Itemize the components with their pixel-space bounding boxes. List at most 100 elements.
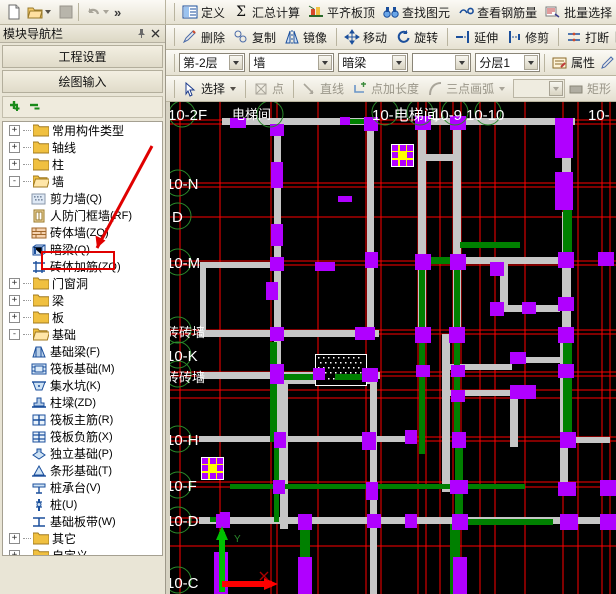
pin-icon[interactable] bbox=[134, 27, 148, 41]
instance-select[interactable] bbox=[412, 53, 472, 72]
close-icon[interactable] bbox=[148, 27, 162, 41]
toolbar-label: 批量选择 bbox=[564, 5, 613, 20]
draw-tool-select[interactable]: 选择 bbox=[179, 78, 241, 99]
expand-icon[interactable]: + bbox=[9, 125, 20, 136]
expand-icon[interactable]: + bbox=[9, 142, 20, 153]
tree-item[interactable]: 独立基础 (P) bbox=[3, 445, 162, 462]
tree-item-label: 柱 bbox=[52, 158, 65, 172]
toolbar-button-copy[interactable]: 复制 bbox=[230, 27, 281, 48]
move-icon bbox=[344, 29, 360, 45]
tree-item[interactable]: 桩承台 (V) bbox=[3, 479, 162, 496]
tree-connector bbox=[23, 130, 31, 131]
toolbar-button-break[interactable]: 打断 bbox=[563, 27, 614, 48]
tree-item[interactable]: 桩 (U) bbox=[3, 496, 162, 513]
pencil-icon[interactable] bbox=[600, 55, 616, 71]
floor-select[interactable]: 第-2层 bbox=[179, 53, 246, 72]
chevron-down-icon[interactable] bbox=[523, 55, 538, 70]
expand-icon[interactable]: + bbox=[9, 550, 20, 555]
expand-icon[interactable]: + bbox=[9, 159, 20, 170]
toolbar-button-find-element[interactable]: 查找图元 bbox=[380, 2, 455, 23]
component-select[interactable]: 暗梁 bbox=[338, 53, 409, 72]
add-icon[interactable] bbox=[9, 100, 23, 114]
tree-item[interactable]: + 柱 bbox=[3, 156, 162, 173]
tree-item[interactable]: 筏板基础 (M) bbox=[3, 360, 162, 377]
tree-item[interactable]: 筏板负筋 (X) bbox=[3, 428, 162, 445]
tree-item[interactable]: 柱墚 (ZD) bbox=[3, 394, 162, 411]
toolbar-button-summary-calc[interactable]: Σ 汇总计算 bbox=[230, 2, 305, 23]
draw-tool-point-length[interactable]: 点加长度 bbox=[349, 78, 424, 99]
collapse-icon[interactable]: - bbox=[9, 176, 20, 187]
toolbar-button-batch-select[interactable]: 批量选择 bbox=[542, 2, 616, 23]
tree-item[interactable]: + 自定义 bbox=[3, 547, 162, 555]
tree-item[interactable]: 条形基础 (T) bbox=[3, 462, 162, 479]
main-toolbar: 定义 Σ 汇总计算 平齐板顶 查找图元 查看钢筋量 批量选择 bbox=[166, 0, 616, 24]
expand-icon[interactable]: + bbox=[9, 533, 20, 544]
toolbar-button-move[interactable]: 移动 bbox=[341, 27, 392, 48]
tree-item[interactable]: + 板 bbox=[3, 309, 162, 326]
tree-item[interactable]: 砖体墙 (ZQ) bbox=[3, 224, 162, 241]
tree-item[interactable]: + 常用构件类型 bbox=[3, 122, 162, 139]
tree-item[interactable]: 集水坑 (K) bbox=[3, 377, 162, 394]
chevron-down-icon[interactable] bbox=[230, 86, 237, 91]
cad-drawing-canvas[interactable]: 10-2F 电梯间 10-电梯间 10-9 10-10 10- 10-N D 1… bbox=[170, 102, 616, 594]
foundation-strip-icon bbox=[31, 515, 47, 529]
remove-icon[interactable] bbox=[29, 100, 43, 114]
arc-icon bbox=[427, 81, 443, 97]
collapse-icon[interactable]: - bbox=[9, 329, 20, 340]
draw-extra-select[interactable] bbox=[513, 79, 565, 98]
chevron-down-icon[interactable] bbox=[392, 55, 407, 70]
chevron-down-icon[interactable] bbox=[455, 55, 470, 70]
toolbar-button-rotate[interactable]: 旋转 bbox=[392, 27, 443, 48]
chevron-down-icon[interactable] bbox=[318, 55, 333, 70]
draw-tool-line[interactable]: 直线 bbox=[298, 78, 349, 99]
tree-item[interactable]: + 轴线 bbox=[3, 139, 162, 156]
toolbar-label: 移动 bbox=[363, 30, 388, 45]
draw-tool-three-point-arc[interactable]: 三点画弧 bbox=[424, 78, 510, 99]
tree-item[interactable]: 基础板带 (W) bbox=[3, 513, 162, 530]
tree-connector bbox=[23, 181, 31, 182]
open-dropdown-caret[interactable] bbox=[45, 10, 51, 14]
open-folder-icon[interactable] bbox=[27, 4, 43, 20]
tree-item[interactable]: 剪力墙 (Q) bbox=[3, 190, 162, 207]
expand-icon[interactable]: + bbox=[9, 295, 20, 306]
tree-item[interactable]: -墙 bbox=[3, 173, 162, 190]
tree-item[interactable]: 基础梁 (F) bbox=[3, 343, 162, 360]
expand-icon[interactable]: + bbox=[9, 312, 20, 323]
toolbar-button-align-slab-top[interactable]: 平齐板顶 bbox=[305, 2, 380, 23]
toolbar-button-property[interactable]: 属性 bbox=[549, 52, 600, 73]
toolbar-button-mirror[interactable]: 镜像 bbox=[281, 27, 332, 48]
tree-item-code: (X) bbox=[98, 430, 113, 443]
copy-icon bbox=[233, 29, 249, 45]
layer-select[interactable]: 分层1 bbox=[475, 53, 540, 72]
tree-item[interactable]: + 其它 bbox=[3, 530, 162, 547]
toolbar-button-trim[interactable]: 修剪 bbox=[503, 27, 554, 48]
tree-item[interactable]: 砖体加筋 (ZQ) bbox=[3, 258, 162, 275]
draw-tool-point[interactable]: 点 bbox=[250, 78, 289, 99]
component-tree[interactable]: + 常用构件类型 + 轴线 + 柱 - 墙剪力墙 (Q) 人防门框墙 (RF) 砖体墙 (ZQ) 暗梁 (Q… bbox=[2, 121, 163, 556]
tree-item[interactable]: 人防门框墙 (RF) bbox=[3, 207, 162, 224]
tree-item-label: 独立基础 bbox=[50, 447, 99, 461]
chevron-down-icon[interactable] bbox=[499, 86, 506, 91]
tree-item[interactable]: 筏板主筋 (R) bbox=[3, 411, 162, 428]
category-select[interactable]: 墙 bbox=[249, 53, 335, 72]
chevron-down-icon[interactable] bbox=[548, 81, 563, 96]
tree-item-hidden-beam[interactable]: 暗梁 (Q) bbox=[3, 241, 162, 258]
toolbar-button-definition[interactable]: 定义 bbox=[179, 2, 230, 23]
toolbar-overflow-button[interactable]: » bbox=[109, 5, 126, 20]
tree-item[interactable]: + 门窗洞 bbox=[3, 275, 162, 292]
save-icon[interactable] bbox=[58, 4, 74, 20]
draw-tool-rectangle[interactable]: 矩形 bbox=[565, 78, 616, 99]
new-document-icon[interactable] bbox=[6, 4, 22, 20]
chevron-down-icon[interactable] bbox=[229, 55, 244, 70]
axis-label-left: 10-F bbox=[170, 478, 197, 495]
toolbar-button-delete[interactable]: 删除 bbox=[179, 27, 230, 48]
tree-item[interactable]: + 梁 bbox=[3, 292, 162, 309]
tree-item[interactable]: - 基础 bbox=[3, 326, 162, 343]
folder-open-icon bbox=[32, 175, 51, 188]
toolbar-button-extend[interactable]: 延伸 bbox=[452, 27, 503, 48]
toolbar-button-view-rebar[interactable]: 查看钢筋量 bbox=[455, 2, 542, 23]
sidebar-button-drawing-input[interactable]: 绘图输入 bbox=[2, 70, 163, 93]
tree-item-code: (M) bbox=[98, 362, 115, 375]
expand-icon[interactable]: + bbox=[9, 278, 20, 289]
sidebar-button-project-settings[interactable]: 工程设置 bbox=[2, 45, 163, 68]
